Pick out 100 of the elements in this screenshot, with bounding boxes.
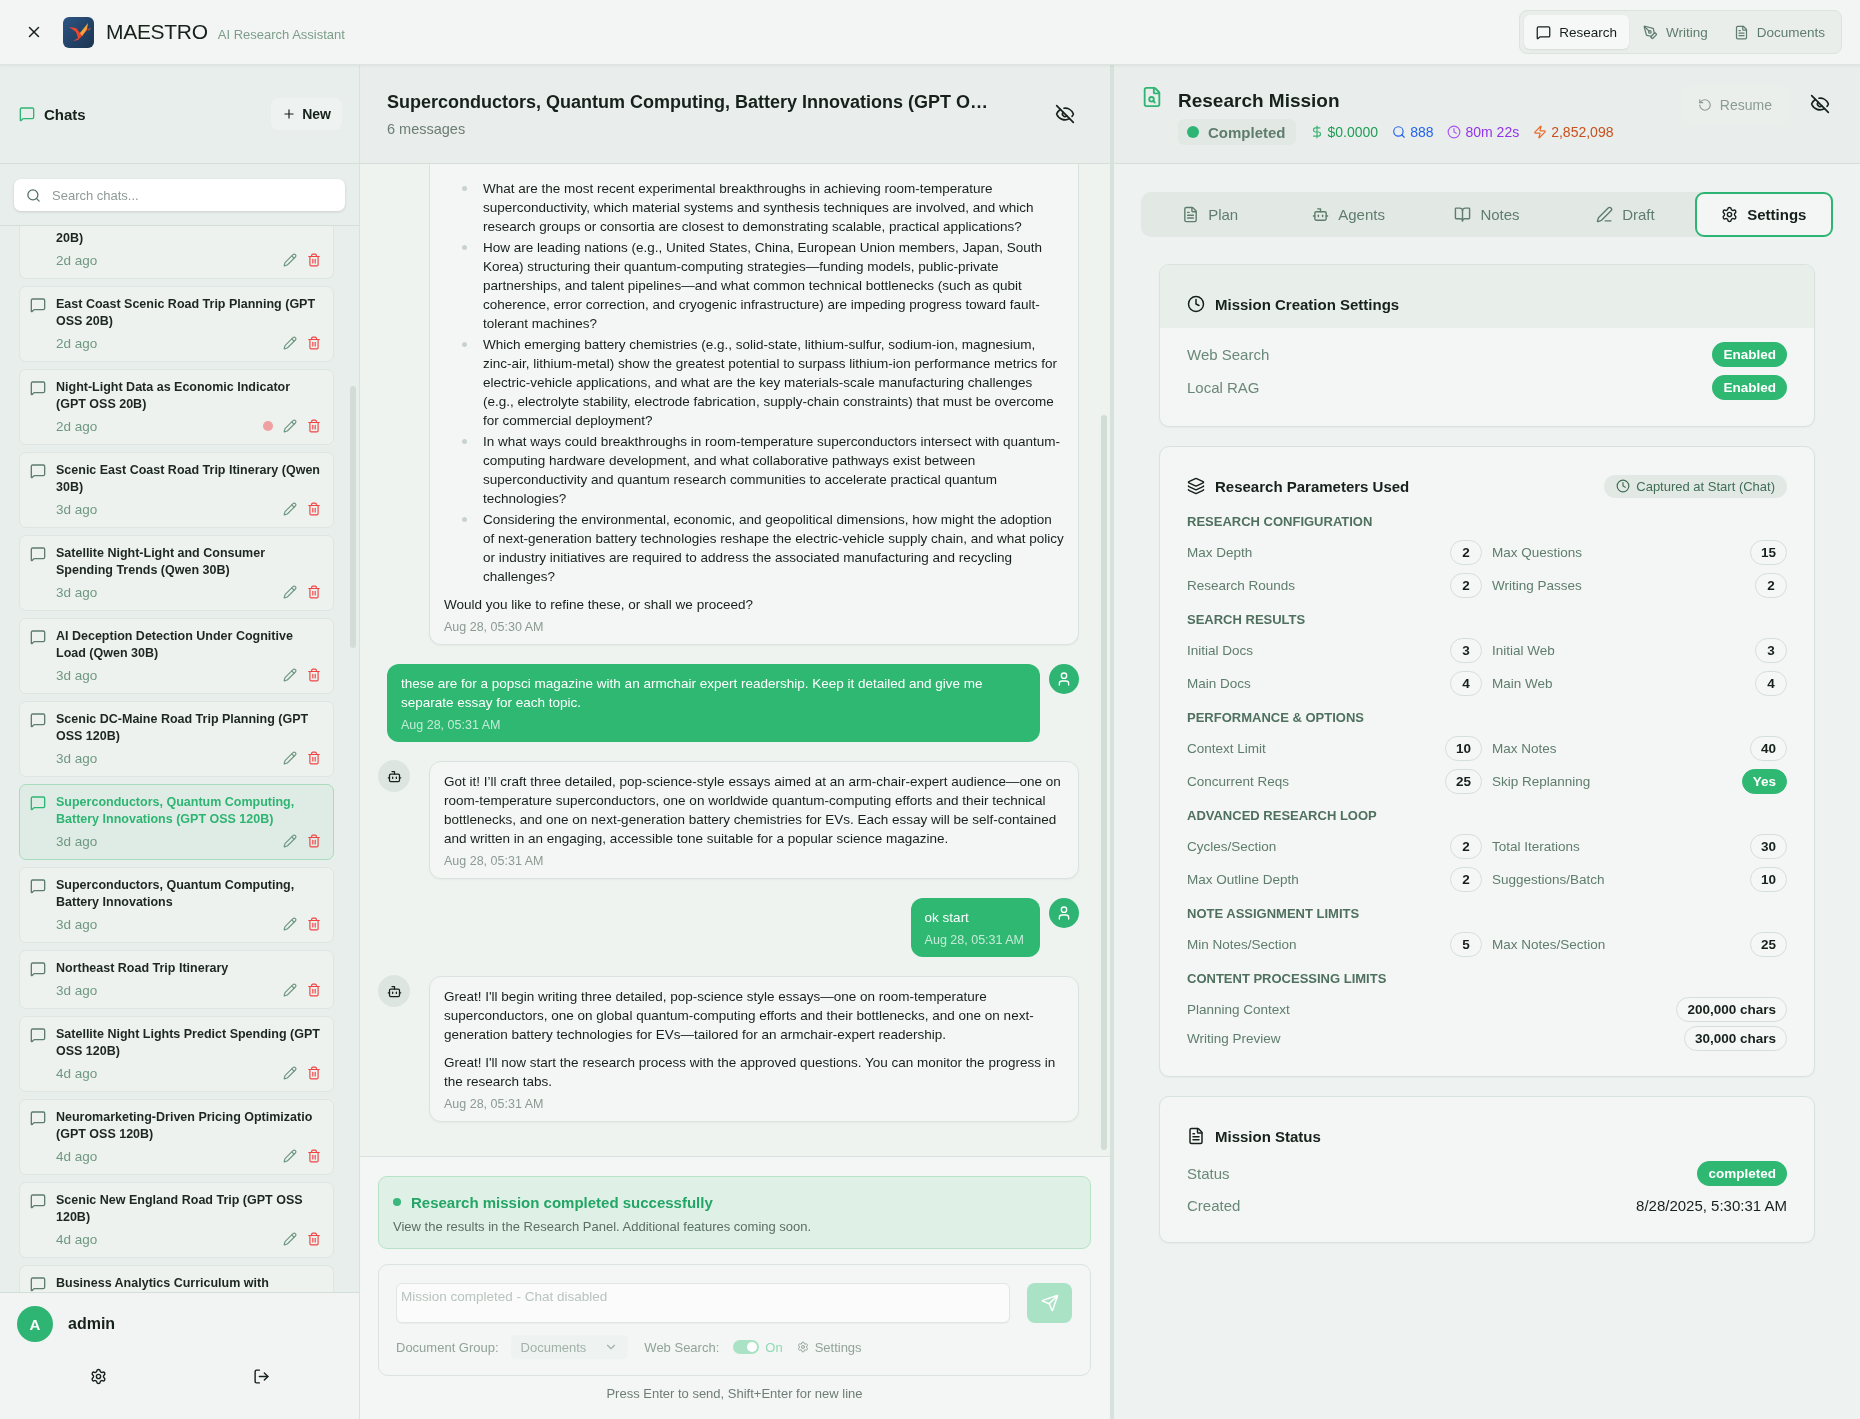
chat-item[interactable]: Satellite Night-Light and Consumer Spending Trends (Qwen 30B) 3d ago (19, 535, 334, 611)
hide-panel-button[interactable] (1810, 94, 1830, 114)
status-dot-icon (393, 1198, 401, 1206)
edit-button[interactable] (283, 1066, 297, 1080)
message-text: these are for a popsci magazine with an armchair expert readership. Keep it detailed and give me separate essay for each topic. (401, 675, 984, 712)
trash-icon (307, 668, 321, 682)
chat-item[interactable]: AI Deception Detection Under Cognitive Load (Qwen 30B) 3d ago (19, 618, 334, 694)
pencil-icon (283, 419, 297, 433)
delete-button[interactable] (307, 917, 321, 931)
chat-item[interactable]: Satellite Night Lights Predict Spending (GPT OSS 120B) 4d ago (19, 1016, 334, 1092)
chat-bubble-icon (30, 1276, 46, 1292)
layers-icon (1187, 477, 1205, 495)
parameter-label: Concurrent Reqs (1187, 773, 1290, 789)
settings-icon (796, 1341, 809, 1353)
parameter-label: Total Iterations (1492, 838, 1580, 854)
book-icon (1454, 206, 1472, 223)
chat-title: Night-Light Data as Economic Indicator (GPT OSS 20B) (56, 379, 292, 413)
edit-button[interactable] (283, 1149, 297, 1163)
edit-button[interactable] (283, 834, 297, 848)
delete-button[interactable] (307, 502, 321, 516)
chat-item[interactable]: Scenic DC-Maine Road Trip Planning (GPT OSS 120B) 3d ago (19, 701, 334, 777)
chat-title: Business Analytics Curriculum with (56, 1275, 270, 1292)
message-time: Aug 28, 05:31 AM (444, 853, 545, 870)
pencil-icon (283, 336, 297, 350)
chat-item[interactable]: Scenic New England Road Trip (GPT OSS 120B) 4d ago (19, 1182, 334, 1258)
chat-item[interactable]: 20B) 2d ago (19, 226, 334, 279)
status-dot-icon (1187, 126, 1199, 138)
chat-item[interactable]: Northeast Road Trip Itinerary 3d ago (19, 950, 334, 1009)
edit-button[interactable] (283, 917, 297, 931)
trash-icon (307, 751, 321, 765)
new-chat-button[interactable]: New (271, 98, 342, 130)
delete-button[interactable] (307, 834, 321, 848)
chat-item[interactable]: Neuromarketing-Driven Pricing Optimizatio (GPT OSS 120B) 4d ago (19, 1099, 334, 1175)
web-search-label: Web Search: (644, 1339, 720, 1355)
setting-label: Local RAG (1187, 379, 1260, 396)
delete-button[interactable] (307, 585, 321, 599)
edit-button[interactable] (283, 585, 297, 599)
parameter-label: Research Rounds (1187, 577, 1296, 593)
document-group-label: Document Group: (396, 1339, 499, 1355)
edit-button[interactable] (283, 983, 297, 997)
mode-tab[interactable]: Documents (1721, 15, 1837, 49)
edit-button[interactable] (283, 751, 297, 765)
edit-button[interactable] (283, 336, 297, 350)
settings-button[interactable] (90, 1368, 107, 1385)
chat-title: Northeast Road Trip Itinerary (56, 960, 230, 977)
panel-tab[interactable]: Plan (1141, 192, 1280, 237)
message-count: 6 messages (387, 119, 466, 139)
edit-button[interactable] (283, 668, 297, 682)
panel-tab[interactable]: Settings (1694, 192, 1834, 237)
delete-button[interactable] (307, 668, 321, 682)
status-label: Status (1187, 1164, 1230, 1182)
delete-button[interactable] (307, 336, 321, 350)
parameter-label: Suggestions/Batch (1492, 871, 1605, 887)
delete-button[interactable] (307, 1149, 321, 1163)
delete-button[interactable] (307, 751, 321, 765)
chat-item[interactable]: Business Analytics Curriculum with (19, 1265, 334, 1292)
chat-item[interactable]: Night-Light Data as Economic Indicator (GPT OSS 20B) 2d ago (19, 369, 334, 445)
parameter-label: Skip Replanning (1492, 773, 1591, 789)
bullet-icon (462, 517, 467, 522)
chat-item[interactable]: Superconductors, Quantum Computing, Battery Innovations 3d ago (19, 867, 334, 943)
metric-value: 2,852,098 (1551, 124, 1614, 140)
panel-tab[interactable]: Notes (1417, 192, 1557, 237)
parameter-label: Max Depth (1187, 544, 1253, 560)
search-icon (1392, 125, 1407, 139)
chat-bubble-icon (30, 878, 46, 894)
chat-time: 4d ago (56, 1065, 98, 1081)
search-field[interactable]: Search chats... (14, 179, 345, 211)
source-badge: Captured at Start (Chat) (1604, 474, 1787, 498)
trash-icon (307, 917, 321, 931)
chat-item[interactable]: Scenic East Coast Road Trip Itinerary (Qwen 30B) 3d ago (19, 452, 334, 528)
delete-button[interactable] (307, 419, 321, 433)
delete-button[interactable] (307, 1232, 321, 1246)
pencil-icon (283, 1066, 297, 1080)
trash-icon (307, 1232, 321, 1246)
delete-button[interactable] (307, 253, 321, 267)
scrollbar-thumb[interactable] (1101, 415, 1107, 1150)
logout-button[interactable] (253, 1368, 270, 1385)
section-heading: ADVANCED RESEARCH LOOP (1187, 807, 1378, 825)
trash-icon (307, 336, 321, 350)
hide-panel-button[interactable] (1055, 104, 1075, 124)
delete-button[interactable] (307, 1066, 321, 1080)
panel-tab[interactable]: Agents (1279, 192, 1418, 237)
panel-tab[interactable]: Draft (1556, 192, 1695, 237)
edit-button[interactable] (283, 502, 297, 516)
search-input[interactable]: Search chats... (50, 186, 333, 204)
edit-button[interactable] (283, 419, 297, 433)
edit-button[interactable] (283, 1232, 297, 1246)
edit-button[interactable] (283, 253, 297, 267)
setting-status: Enabled (1712, 375, 1787, 400)
card-title: Research Parameters Used (1215, 477, 1410, 495)
delete-button[interactable] (307, 983, 321, 997)
person-icon (1049, 664, 1079, 694)
bullet-icon (462, 245, 467, 250)
message-text: Great! I'll begin writing three detailed, pop-science style essays—one on room-temperature superconductors, one on global quantum-computing efforts and their bottlenecks, and one on next-generation battery technologies for EVs—tailored for an armchair-expert readership. (444, 988, 1035, 1044)
chat-bubble-icon (19, 106, 35, 122)
chat-bubble-icon (30, 1193, 46, 1209)
parameter-label: Min Notes/Section (1187, 936, 1297, 952)
chat-item[interactable]: East Coast Scenic Road Trip Planning (GPT OSS 20B) 2d ago (19, 286, 334, 362)
mode-tab[interactable]: Research (1524, 15, 1629, 49)
mode-tab[interactable]: Writing (1630, 15, 1720, 49)
